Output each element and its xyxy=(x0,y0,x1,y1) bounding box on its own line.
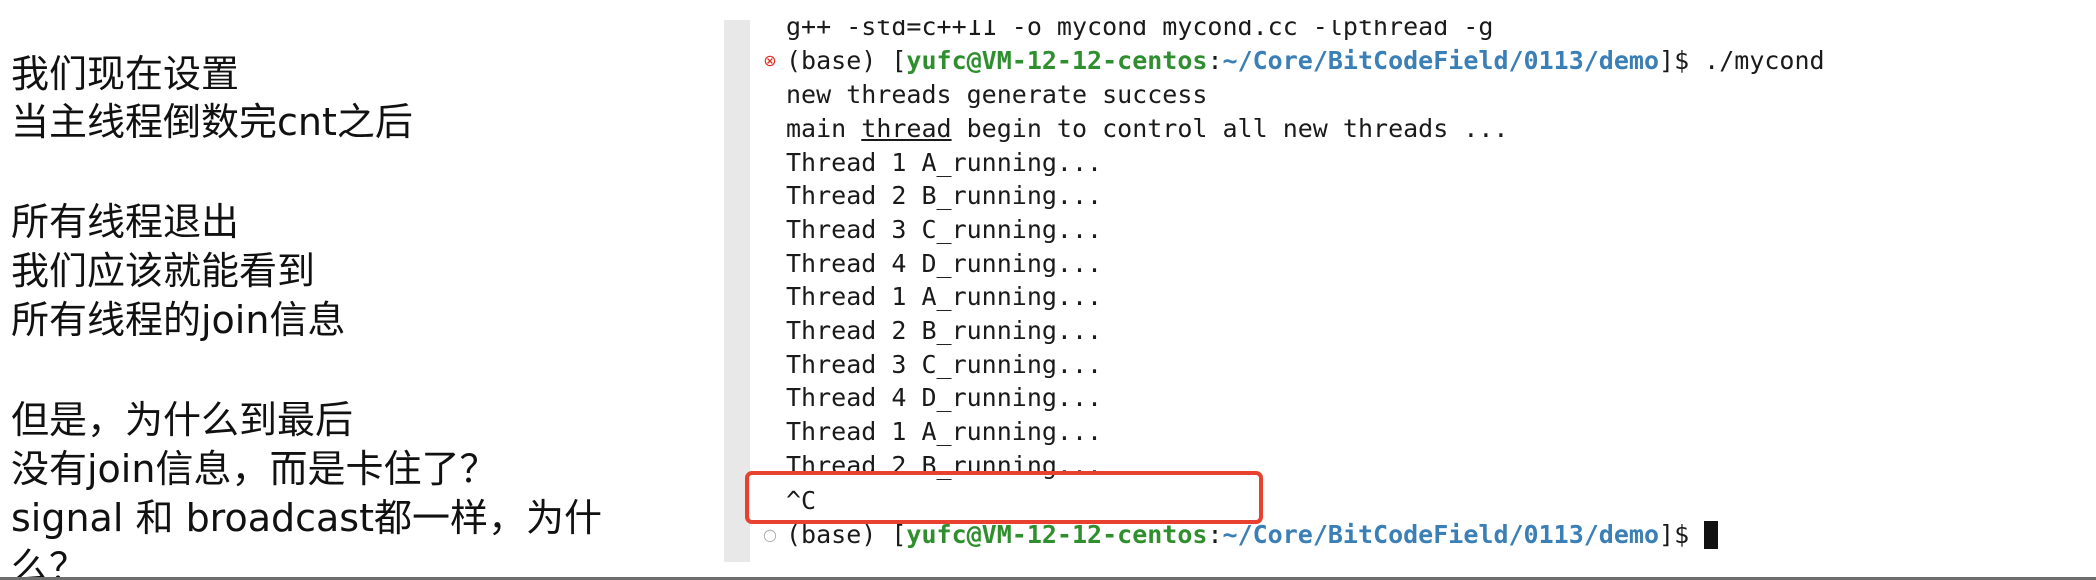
prompt-bracket: [ xyxy=(891,520,907,549)
note-line: 所有线程的join信息 xyxy=(11,298,346,342)
output-line: main thread begin to control all new thr… xyxy=(786,112,1508,146)
output-line: new threads generate success xyxy=(786,80,1208,109)
thread-output-line: Thread 4 D_running... xyxy=(786,249,1103,278)
prompt-colon: : xyxy=(1207,520,1223,549)
note-line: 我们现在设置 xyxy=(11,52,240,96)
prompt-bracket: [ xyxy=(891,46,907,75)
compile-command-line: g++ -std=c++11 -o mycond mycond.cc -lpth… xyxy=(786,20,1494,41)
output-text: begin to control all new threads ... xyxy=(951,114,1509,143)
prompt-colon: : xyxy=(1207,46,1223,75)
interrupt-highlight-box xyxy=(745,471,1263,524)
prompt-env: (base) xyxy=(786,520,892,549)
error-status-icon[interactable]: ⊗ xyxy=(760,44,780,78)
note-line: 所有线程退出 xyxy=(11,200,240,244)
thread-output-line: Thread 2 B_running... xyxy=(786,181,1103,210)
note-line: 当主线程倒数完cnt之后 xyxy=(11,100,413,144)
prompt-dollar: ]$ xyxy=(1659,46,1705,75)
thread-output-line: Thread 3 C_running... xyxy=(786,215,1103,244)
terminal-cursor xyxy=(1704,521,1719,549)
prompt-env: (base) xyxy=(786,46,892,75)
run-command: ./mycond xyxy=(1704,46,1825,75)
explanation-notes: 我们现在设置 当主线程倒数完cnt之后 所有线程退出 我们应该就能看到 所有线程… xyxy=(11,0,651,580)
prompt-user-host: yufc@VM-12-12-centos xyxy=(906,46,1208,75)
prompt-user-host: yufc@VM-12-12-centos xyxy=(906,520,1208,549)
output-underlined-word: thread xyxy=(861,114,952,143)
thread-output-line: Thread 1 A_running... xyxy=(786,417,1103,446)
thread-output-line: Thread 2 B_running... xyxy=(786,316,1103,345)
thread-output-line: Thread 1 A_running... xyxy=(786,148,1103,177)
note-line: 但是，为什么到最后 xyxy=(11,398,354,442)
note-line: 么？ xyxy=(11,545,88,580)
output-text: main xyxy=(786,114,862,143)
thread-output-line: Thread 1 A_running... xyxy=(786,282,1103,311)
thread-output-line: Thread 4 D_running... xyxy=(786,383,1103,412)
thread-output-line: Thread 3 C_running... xyxy=(786,350,1103,379)
prompt-path: ~/Core/BitCodeField/0113/demo xyxy=(1222,46,1660,75)
prompt-path: ~/Core/BitCodeField/0113/demo xyxy=(1222,520,1660,549)
note-line: 没有join信息，而是卡住了？ xyxy=(11,447,498,491)
prompt-dollar: ]$ xyxy=(1659,520,1705,549)
note-line: signal 和 broadcast都一样，为什 xyxy=(11,496,603,540)
run-command-line: (base) [yufc@VM-12-12-centos:~/Core/BitC… xyxy=(786,44,1825,78)
note-line: 我们应该就能看到 xyxy=(11,249,316,293)
